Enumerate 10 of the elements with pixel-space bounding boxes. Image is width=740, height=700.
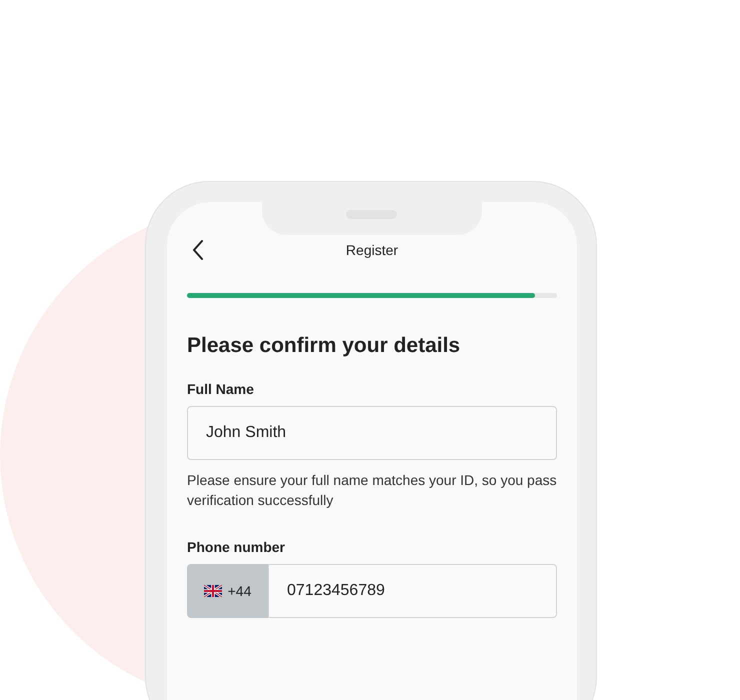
screen-title: Register: [346, 240, 398, 260]
back-icon: [192, 239, 204, 261]
country-code-selector[interactable]: +44: [187, 564, 268, 618]
page-heading: Please confirm your details: [187, 333, 462, 359]
name-input-field[interactable]: John Smith: [187, 406, 557, 460]
field-label: Phone number: [187, 538, 286, 556]
field-label: Full Name: [187, 380, 255, 398]
phone-input-field[interactable]: 07123456789: [268, 564, 557, 618]
flag-icon: [204, 585, 222, 597]
helper-text: Please ensure your full name matches your ID, so you pass verification successfully: [187, 471, 557, 510]
